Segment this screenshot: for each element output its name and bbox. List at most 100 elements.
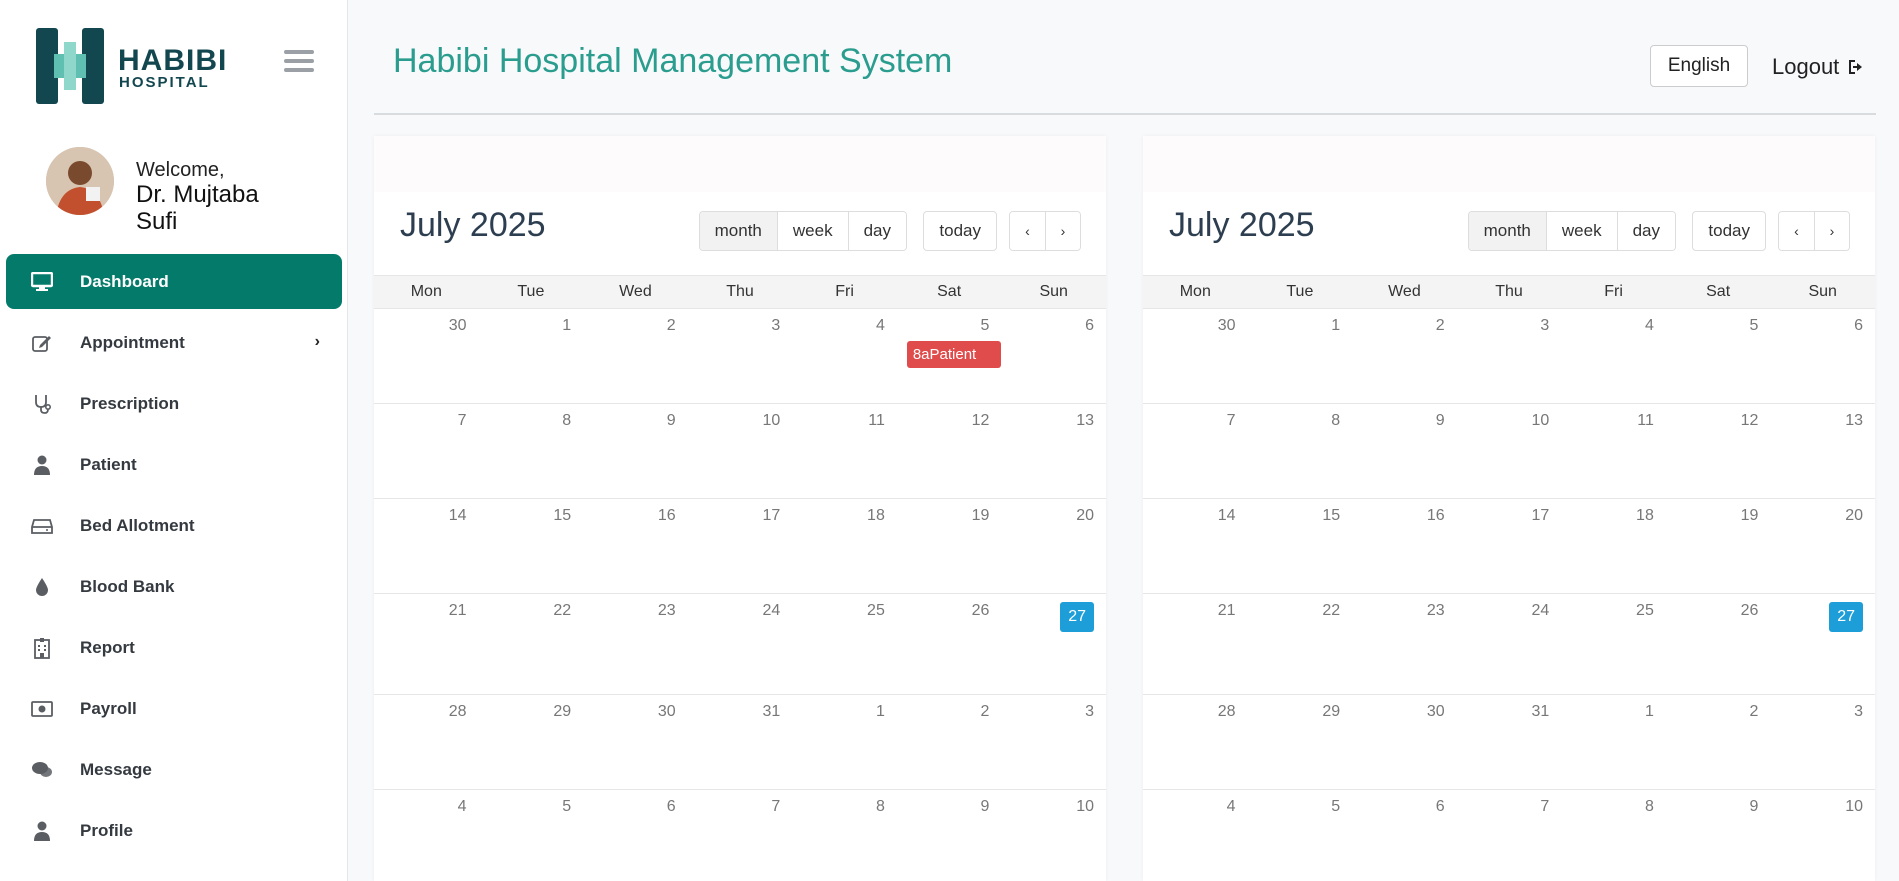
sidebar-item-dashboard[interactable]: Dashboard	[6, 254, 342, 309]
calendar-day-cell[interactable]: 7	[1457, 790, 1562, 881]
calendar-day-cell[interactable]: 1	[479, 309, 584, 403]
calendar-day-cell[interactable]: 4	[1143, 790, 1248, 881]
calendar-day-cell[interactable]: 1	[792, 695, 897, 789]
calendar-day-cell[interactable]: 4	[1561, 309, 1666, 403]
calendar-day-cell[interactable]: 6	[1770, 309, 1875, 403]
sidebar-item-payroll[interactable]: Payroll	[6, 681, 342, 736]
calendar-day-cell[interactable]: 27	[1770, 594, 1875, 694]
calendar-day-cell[interactable]: 9	[583, 404, 688, 498]
calendar-day-cell[interactable]: 1	[1248, 309, 1353, 403]
calendar-day-cell[interactable]: 30	[583, 695, 688, 789]
calendar-day-cell[interactable]: 9	[1666, 790, 1771, 881]
calendar-day-cell[interactable]: 7	[374, 404, 479, 498]
sidebar-item-profile[interactable]: Profile	[6, 803, 342, 858]
calendar-day-cell[interactable]: 8	[1248, 404, 1353, 498]
calendar-day-cell[interactable]: 28	[1143, 695, 1248, 789]
view-month-button[interactable]: month	[699, 212, 777, 250]
view-week-button[interactable]: week	[1545, 212, 1617, 250]
logout-button[interactable]: Logout	[1772, 54, 1867, 80]
calendar-day-cell[interactable]: 19	[1666, 499, 1771, 593]
view-week-button[interactable]: week	[776, 212, 848, 250]
prev-button[interactable]: ‹	[1779, 212, 1814, 250]
calendar-day-cell[interactable]: 5	[1666, 309, 1771, 403]
calendar-day-cell[interactable]: 21	[374, 594, 479, 694]
calendar-day-cell[interactable]: 14	[374, 499, 479, 593]
calendar-day-cell[interactable]: 7	[1143, 404, 1248, 498]
calendar-day-cell[interactable]: 5	[479, 790, 584, 881]
next-button[interactable]: ›	[1814, 212, 1849, 250]
calendar-day-cell[interactable]: 26	[897, 594, 1002, 694]
sidebar-item-report[interactable]: Report	[6, 620, 342, 675]
calendar-day-cell[interactable]: 22	[479, 594, 584, 694]
calendar-day-cell[interactable]: 18	[1561, 499, 1666, 593]
calendar-day-cell[interactable]: 30	[374, 309, 479, 403]
calendar-day-cell[interactable]: 15	[1248, 499, 1353, 593]
calendar-day-cell[interactable]: 6	[1352, 790, 1457, 881]
view-day-button[interactable]: day	[1616, 212, 1675, 250]
calendar-day-cell[interactable]: 8	[792, 790, 897, 881]
calendar-day-cell[interactable]: 16	[583, 499, 688, 593]
menu-toggle-icon[interactable]	[284, 50, 314, 74]
sidebar-item-prescription[interactable]: Prescription	[6, 376, 342, 431]
prev-button[interactable]: ‹	[1010, 212, 1045, 250]
calendar-day-cell[interactable]: 13	[1770, 404, 1875, 498]
calendar-day-cell[interactable]: 5 8aPatient	[897, 309, 1002, 403]
calendar-day-cell[interactable]: 9	[897, 790, 1002, 881]
calendar-day-cell[interactable]: 24	[688, 594, 793, 694]
calendar-day-cell[interactable]: 15	[479, 499, 584, 593]
calendar-day-cell[interactable]: 19	[897, 499, 1002, 593]
today-button[interactable]: today	[923, 211, 997, 251]
calendar-day-cell[interactable]: 3	[1770, 695, 1875, 789]
calendar-day-cell[interactable]: 10	[1001, 790, 1106, 881]
calendar-day-cell[interactable]: 2	[897, 695, 1002, 789]
calendar-day-cell[interactable]: 30	[1143, 309, 1248, 403]
calendar-day-cell[interactable]: 13	[1001, 404, 1106, 498]
calendar-day-cell[interactable]: 11	[1561, 404, 1666, 498]
calendar-day-cell[interactable]: 1	[1561, 695, 1666, 789]
sidebar-item-patient[interactable]: Patient	[6, 437, 342, 492]
calendar-day-cell[interactable]: 22	[1248, 594, 1353, 694]
view-month-button[interactable]: month	[1468, 212, 1546, 250]
sidebar-item-appointment[interactable]: Appointment ›	[6, 315, 342, 370]
calendar-day-cell[interactable]: 4	[374, 790, 479, 881]
calendar-day-cell[interactable]: 29	[479, 695, 584, 789]
calendar-day-cell[interactable]: 10	[1770, 790, 1875, 881]
next-button[interactable]: ›	[1045, 212, 1080, 250]
language-selector[interactable]: English	[1650, 45, 1748, 87]
calendar-day-cell[interactable]: 23	[1352, 594, 1457, 694]
calendar-day-cell[interactable]: 6	[583, 790, 688, 881]
calendar-day-cell[interactable]: 3	[1001, 695, 1106, 789]
calendar-day-cell[interactable]: 31	[1457, 695, 1562, 789]
calendar-event[interactable]: 8aPatient	[906, 341, 1001, 368]
sidebar-item-bed-allotment[interactable]: Bed Allotment	[6, 498, 342, 553]
calendar-day-cell[interactable]: 26	[1666, 594, 1771, 694]
calendar-day-cell[interactable]: 17	[1457, 499, 1562, 593]
hospital-logo[interactable]: HABIBI HOSPITAL	[36, 28, 236, 106]
calendar-day-cell[interactable]: 20	[1770, 499, 1875, 593]
calendar-day-cell[interactable]: 9	[1352, 404, 1457, 498]
calendar-day-cell[interactable]: 10	[1457, 404, 1562, 498]
today-button[interactable]: today	[1692, 211, 1766, 251]
calendar-day-cell[interactable]: 12	[897, 404, 1002, 498]
calendar-day-cell[interactable]: 30	[1352, 695, 1457, 789]
calendar-day-cell[interactable]: 12	[1666, 404, 1771, 498]
calendar-day-cell[interactable]: 31	[688, 695, 793, 789]
calendar-day-cell[interactable]: 28	[374, 695, 479, 789]
calendar-day-cell[interactable]: 25	[1561, 594, 1666, 694]
calendar-day-cell[interactable]: 2	[1352, 309, 1457, 403]
calendar-day-cell[interactable]: 21	[1143, 594, 1248, 694]
calendar-day-cell[interactable]: 17	[688, 499, 793, 593]
calendar-day-cell[interactable]: 24	[1457, 594, 1562, 694]
calendar-day-cell[interactable]: 4	[792, 309, 897, 403]
calendar-day-cell[interactable]: 20	[1001, 499, 1106, 593]
sidebar-item-message[interactable]: Message	[6, 742, 342, 797]
calendar-day-cell[interactable]: 3	[688, 309, 793, 403]
calendar-day-cell[interactable]: 25	[792, 594, 897, 694]
view-day-button[interactable]: day	[847, 212, 906, 250]
calendar-day-cell[interactable]: 7	[688, 790, 793, 881]
calendar-day-cell[interactable]: 27	[1001, 594, 1106, 694]
calendar-day-cell[interactable]: 29	[1248, 695, 1353, 789]
sidebar-item-blood-bank[interactable]: Blood Bank	[6, 559, 342, 614]
calendar-day-cell[interactable]: 8	[479, 404, 584, 498]
calendar-day-cell[interactable]: 23	[583, 594, 688, 694]
